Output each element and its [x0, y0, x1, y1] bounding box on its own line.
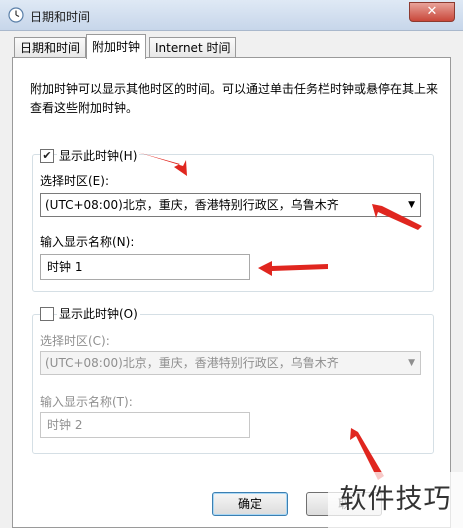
arrow-to-name-input	[258, 261, 328, 276]
annotation-arrows	[137, 152, 422, 480]
tab-additional-clocks[interactable]: 附加时钟	[86, 34, 147, 59]
arrow-to-checkbox	[137, 152, 187, 176]
watermark: 软件技巧	[328, 472, 463, 528]
arrow-to-timezone	[372, 204, 422, 230]
